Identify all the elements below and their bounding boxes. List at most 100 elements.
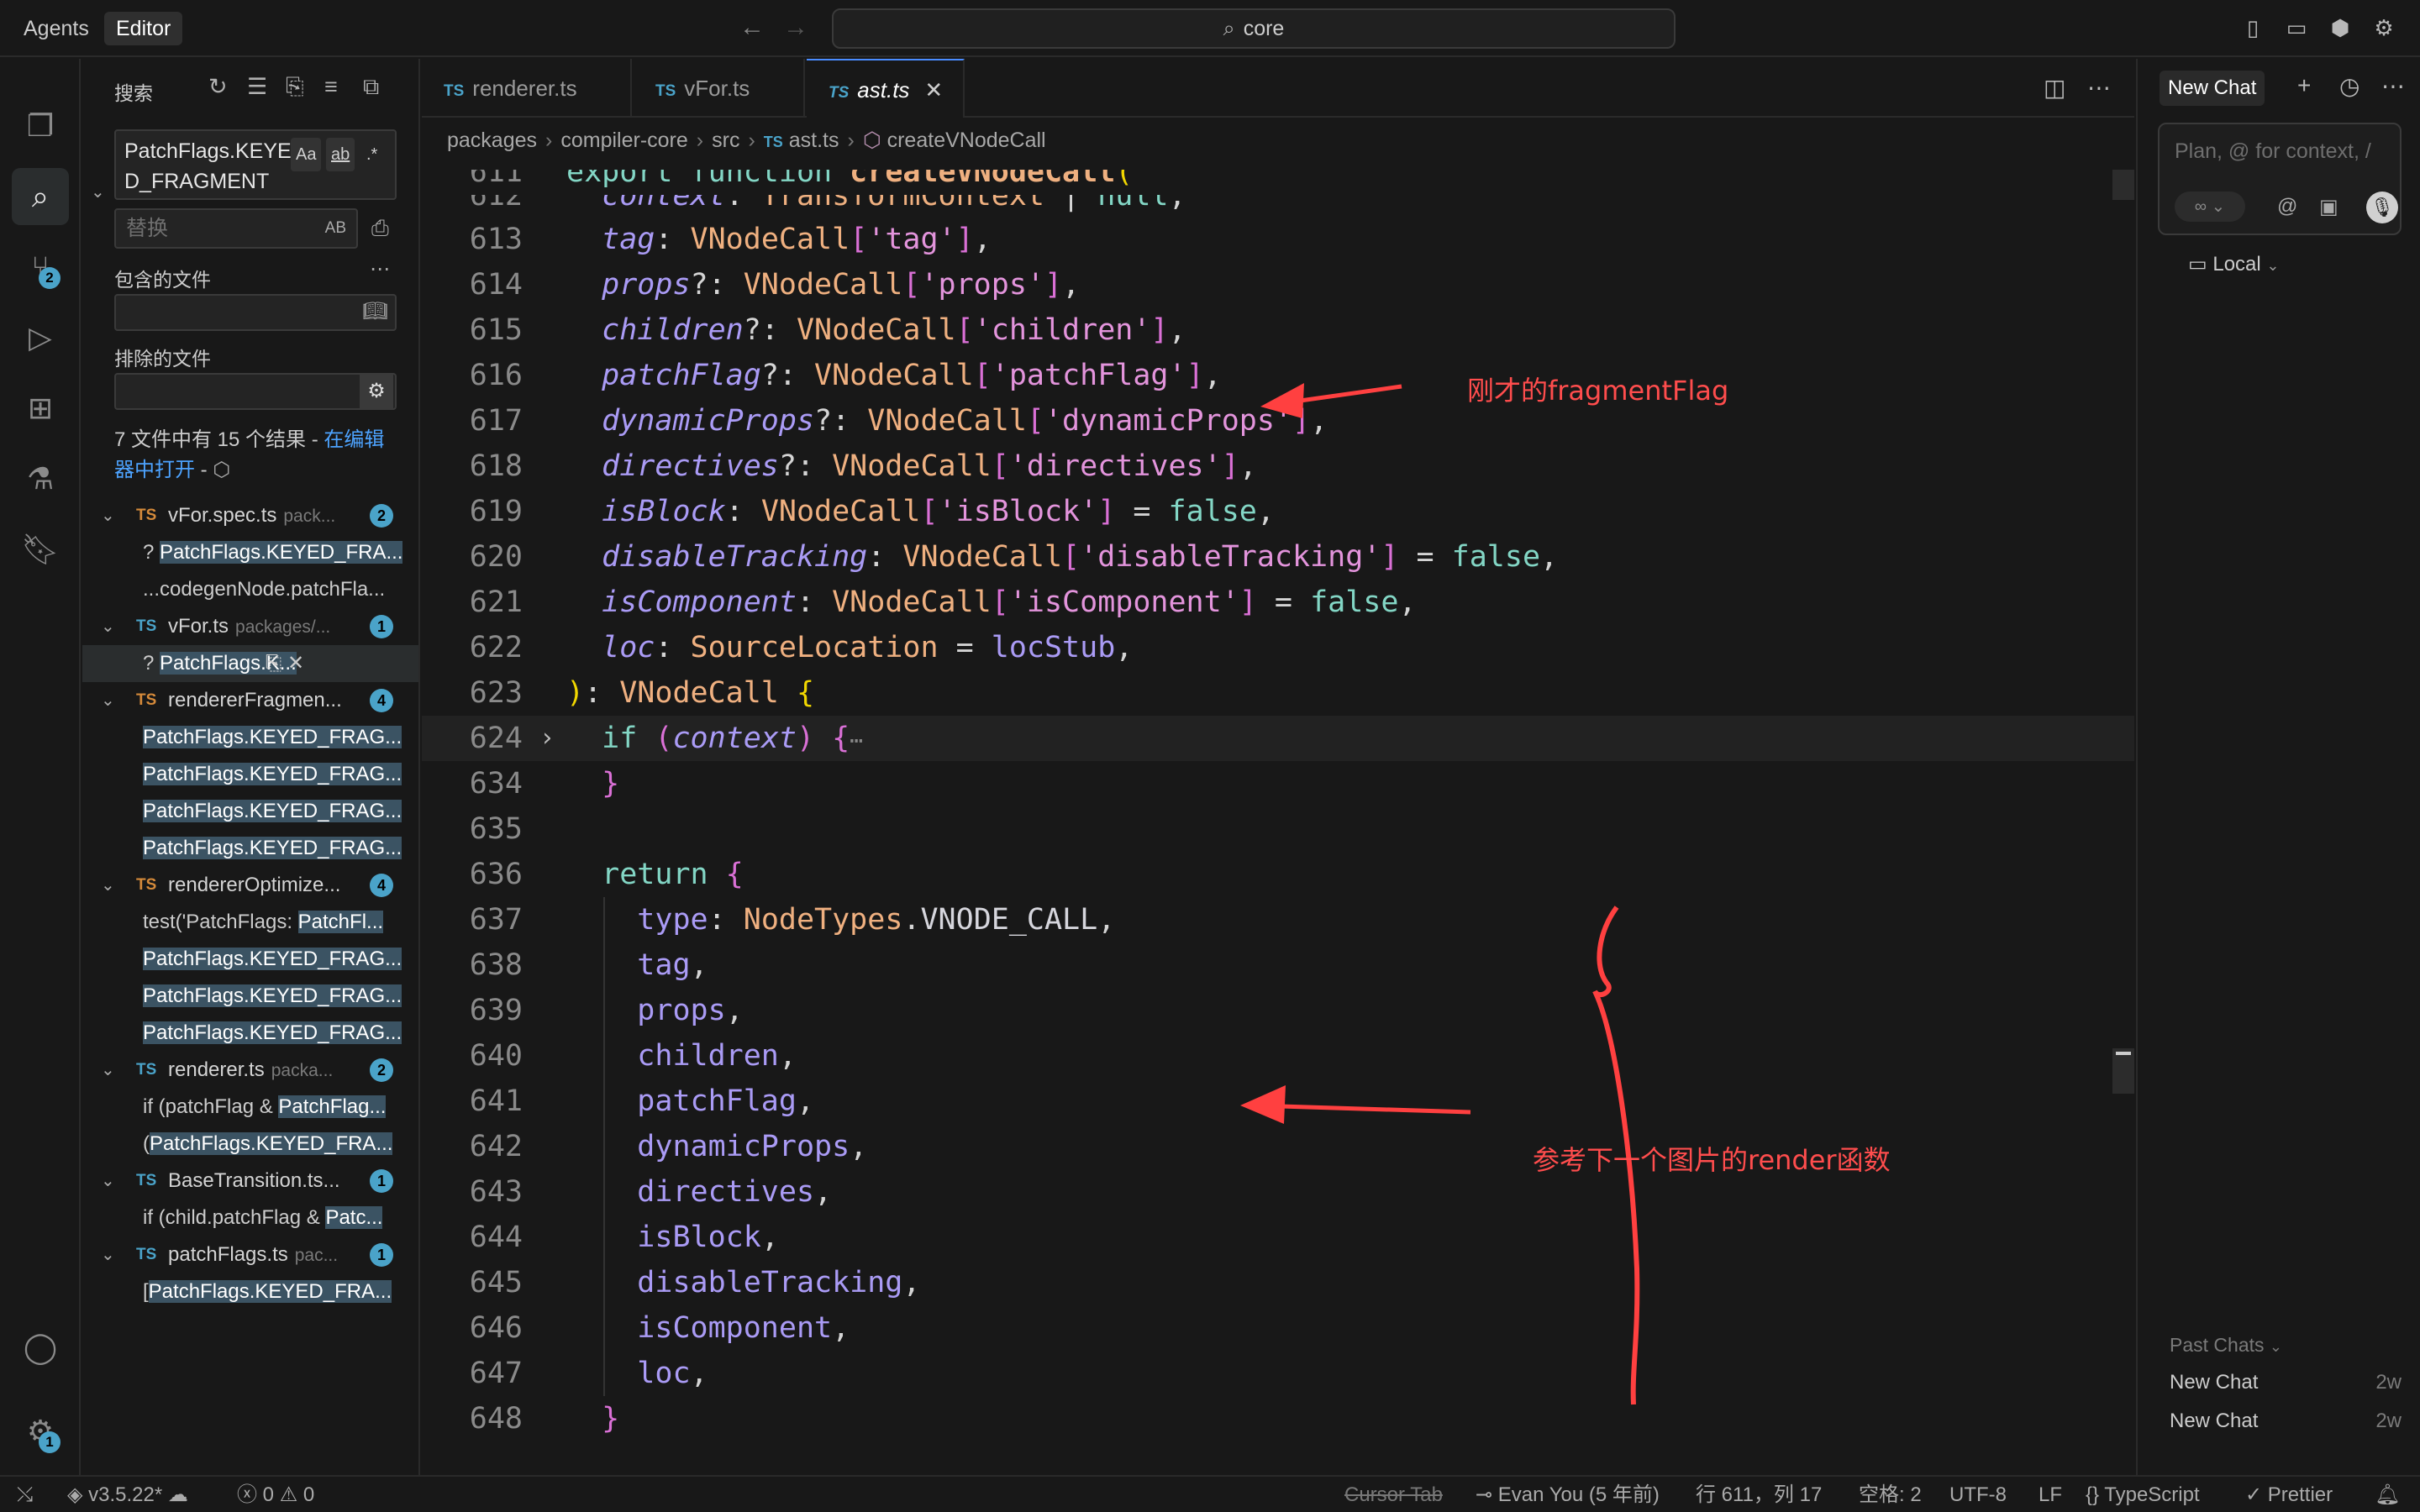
chevron-down-icon[interactable]: ⌄ xyxy=(101,867,115,904)
remote-indicator-icon[interactable]: ⤯ xyxy=(17,1477,33,1512)
cursor-position-mark xyxy=(2116,1052,2131,1055)
refresh-icon[interactable]: ↻ xyxy=(208,74,228,100)
match-case-toggle[interactable]: Aa xyxy=(291,138,322,171)
match-text: ? PatchFlags.KEYED_FRA... xyxy=(143,541,403,564)
chevron-down-icon[interactable]: ⌄ xyxy=(101,608,115,645)
prettier-status[interactable]: ✓ Prettier xyxy=(2245,1477,2333,1512)
forward-arrow-icon[interactable]: → xyxy=(783,13,808,42)
search-input[interactable]: PatchFlags.KEYED_FRAGMENT Aa ab .* xyxy=(114,129,397,200)
result-file-row[interactable]: ⌄ TS rendererOptimize... 4 xyxy=(82,867,418,904)
files-to-include-input[interactable]: 📖︎ xyxy=(114,294,397,331)
manage-gear-icon[interactable]: ⚙ 1 xyxy=(12,1403,69,1460)
new-search-editor-icon[interactable]: ⎘ xyxy=(286,74,304,101)
git-branch[interactable]: ◈ v3.5.22* ☁ xyxy=(67,1477,188,1512)
result-match-row[interactable]: PatchFlags.KEYED_FRAG... xyxy=(82,941,418,978)
regex-toggle[interactable]: .* xyxy=(361,138,382,171)
result-file-row[interactable]: ⌄ TS vFor.spec.ts pack... 2 xyxy=(82,497,418,534)
testing-flask-icon[interactable]: ⚗ xyxy=(12,450,69,507)
end-of-line[interactable]: LF xyxy=(2039,1477,2062,1512)
view-as-tree-icon[interactable]: ≡ xyxy=(324,74,338,100)
toggle-replace-chevron-icon[interactable]: ⌄ xyxy=(91,181,105,202)
laptop-icon: ▭ xyxy=(2188,253,2207,276)
language-mode[interactable]: {} TypeScript xyxy=(2086,1477,2200,1512)
toggle-panel-icon[interactable]: ▭ xyxy=(2284,15,2309,40)
result-match-row[interactable]: ? PatchFlags.KEYED_FRA... xyxy=(82,534,418,571)
exclude-settings-gear-icon[interactable]: ⚙ xyxy=(360,375,393,408)
cube-icon[interactable]: ⬢ xyxy=(2328,15,2353,40)
source-control-icon[interactable]: ⑂ 2 xyxy=(12,239,69,296)
open-editors-book-icon[interactable]: 📖︎ xyxy=(363,299,388,323)
problems-indicator[interactable]: ⓧ 0 ⚠ 0 xyxy=(237,1477,314,1512)
more-options-icon[interactable]: ⋯ xyxy=(370,257,390,281)
result-match-row[interactable]: PatchFlags.KEYED_FRAG... xyxy=(82,719,418,756)
chat-input[interactable]: Plan, @ for context, / ∞ ⌄ @ ▣ 🎙︎ xyxy=(2158,123,2402,235)
gear-icon[interactable]: ⚙ xyxy=(2371,15,2396,40)
result-match-row[interactable]: PatchFlags.KEYED_FRAG... xyxy=(82,1015,418,1052)
cursor-tab-status[interactable]: Cursor Tab xyxy=(1344,1477,1443,1512)
result-match-row[interactable]: PatchFlags.KEYED_FRAG... xyxy=(82,756,418,793)
chevron-down-icon[interactable]: ⌄ xyxy=(101,1236,115,1273)
back-arrow-icon[interactable]: ← xyxy=(739,13,765,42)
files-to-exclude-input[interactable]: ⚙ xyxy=(114,373,397,410)
mode-agents-tab[interactable]: Agents xyxy=(12,12,101,45)
chevron-down-icon: ⌄ xyxy=(2266,257,2280,274)
indentation[interactable]: 空格: 2 xyxy=(1859,1477,1922,1512)
replace-all-icon[interactable]: ⎙ xyxy=(371,215,389,242)
result-file-row[interactable]: ⌄ TS BaseTransition.ts... 1 xyxy=(82,1163,418,1200)
account-icon[interactable]: ◯ xyxy=(12,1319,69,1376)
scrollbar-thumb[interactable] xyxy=(2112,1048,2134,1094)
result-match-row[interactable]: if (patchFlag & PatchFlag... xyxy=(82,1089,418,1126)
encoding[interactable]: UTF-8 xyxy=(1949,1477,2007,1512)
collapse-all-icon[interactable]: ⧉ xyxy=(363,74,379,101)
search-icon[interactable]: ⌕ xyxy=(12,168,69,225)
image-attach-icon[interactable]: ▣ xyxy=(2319,195,2338,219)
past-chat-item[interactable]: New Chat 2w xyxy=(2170,1410,2402,1433)
mention-at-icon[interactable]: @ xyxy=(2277,195,2297,218)
notifications-bell-icon[interactable]: 🔔︎ xyxy=(2375,1477,2400,1512)
chevron-down-icon[interactable]: ⌄ xyxy=(101,1163,115,1200)
dismiss-match-icon[interactable]: ✕ xyxy=(287,645,304,682)
microphone-icon[interactable]: 🎙︎ xyxy=(2366,192,2398,223)
chevron-down-icon[interactable]: ⌄ xyxy=(101,682,115,719)
past-chat-item[interactable]: New Chat 2w xyxy=(2170,1371,2402,1394)
result-match-row[interactable]: PatchFlags.KEYED_FRAG... xyxy=(82,793,418,830)
result-count-badge: 1 xyxy=(370,1243,393,1267)
replace-input[interactable]: 替换 AB xyxy=(114,208,358,249)
result-match-row[interactable]: if (child.patchFlag & Patc... xyxy=(82,1200,418,1236)
chat-tab-new-chat[interactable]: New Chat xyxy=(2160,71,2265,106)
result-match-row[interactable]: PatchFlags.KEYED_FRAG... xyxy=(82,978,418,1015)
mode-editor-tab[interactable]: Editor xyxy=(104,12,183,45)
bookmark-icon[interactable]: 🔖︎ xyxy=(12,521,69,578)
result-file-row[interactable]: ⌄ TS rendererFragmen... 4 xyxy=(82,682,418,719)
toggle-sidebar-icon[interactable]: ▯ xyxy=(2240,15,2265,40)
replace-match-icon[interactable]: ⎘ xyxy=(266,645,281,682)
explorer-icon[interactable]: ❐ xyxy=(12,97,69,155)
overview-ruler-mark[interactable] xyxy=(2112,170,2134,200)
result-file-row[interactable]: ⌄ TS patchFlags.ts pac... 1 xyxy=(82,1236,418,1273)
cursor-position[interactable]: 行 611，列 17 xyxy=(1696,1477,1822,1512)
result-match-row[interactable]: ...codegenNode.patchFla... xyxy=(82,571,418,608)
command-center-search[interactable]: ⌕ core xyxy=(832,8,1676,49)
git-blame[interactable]: ⊸ Evan You (5 年前) xyxy=(1476,1477,1660,1512)
result-match-row[interactable]: ? PatchFlags.K... ⎘ ✕ xyxy=(82,645,418,682)
preserve-case-toggle[interactable]: AB xyxy=(325,210,346,247)
result-match-row[interactable]: [PatchFlags.KEYED_FRA... xyxy=(82,1273,418,1310)
add-chat-icon[interactable]: + xyxy=(2297,72,2311,99)
result-match-row[interactable]: (PatchFlags.KEYED_FRA... xyxy=(82,1126,418,1163)
extensions-icon[interactable]: ⊞ xyxy=(12,380,69,437)
agent-mode-selector[interactable]: ∞ ⌄ xyxy=(2175,192,2245,222)
chevron-down-icon[interactable]: ⌄ xyxy=(101,497,115,534)
result-file-row[interactable]: ⌄ TS vFor.ts packages/... 1 xyxy=(82,608,418,645)
environment-selector[interactable]: ▭ Local ⌄ xyxy=(2188,252,2280,276)
cube-icon[interactable]: ⬡ xyxy=(213,459,230,481)
result-match-row[interactable]: test('PatchFlags: PatchFl... xyxy=(82,904,418,941)
more-options-icon[interactable]: ⋯ xyxy=(2381,72,2405,100)
history-clock-icon[interactable]: ◷ xyxy=(2339,72,2360,100)
result-match-row[interactable]: PatchFlags.KEYED_FRAG... xyxy=(82,830,418,867)
clear-results-icon[interactable]: ☰ xyxy=(247,74,267,100)
result-file-row[interactable]: ⌄ TS renderer.ts packa... 2 xyxy=(82,1052,418,1089)
run-debug-icon[interactable]: ▷ xyxy=(12,309,69,366)
match-whole-word-toggle[interactable]: ab xyxy=(326,138,355,171)
past-chats-header[interactable]: Past Chats ⌄ xyxy=(2170,1334,2282,1357)
chevron-down-icon[interactable]: ⌄ xyxy=(101,1052,115,1089)
